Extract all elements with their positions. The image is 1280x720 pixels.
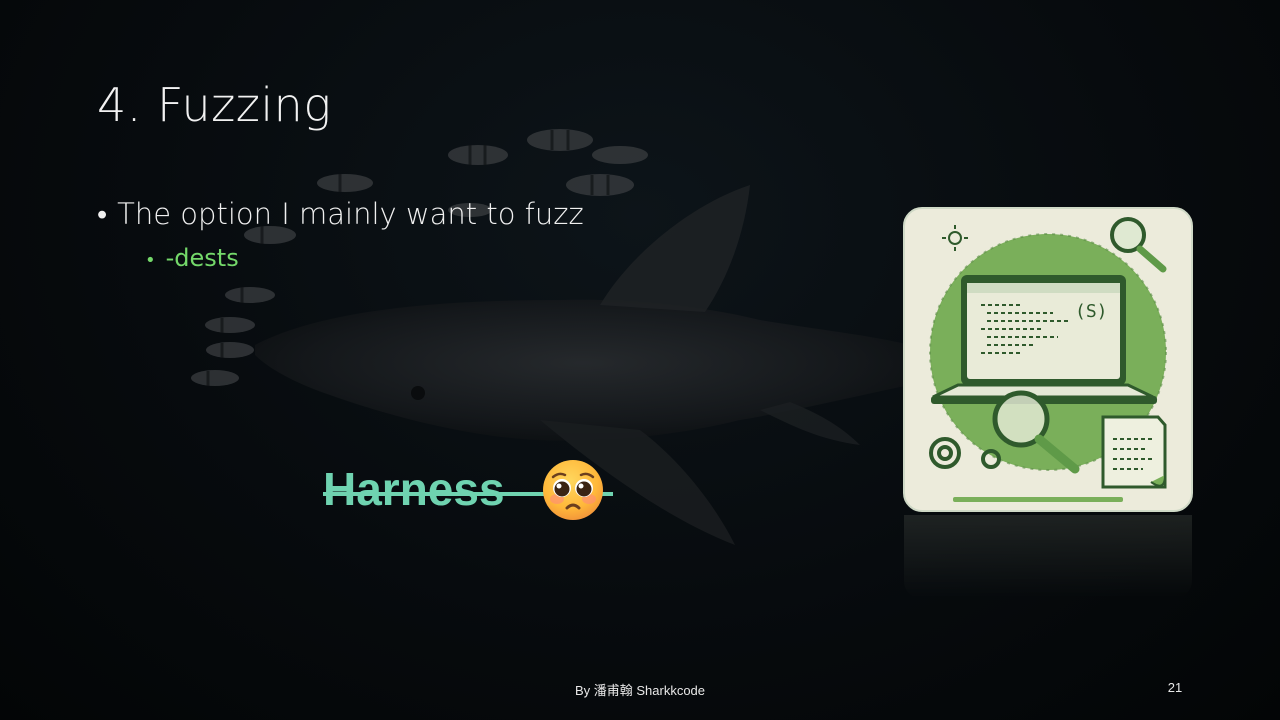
bullet-text: The option I mainly want to fuzz: [117, 197, 584, 231]
fuzzing-illustration: (S): [903, 207, 1193, 512]
illustration-reflection: [903, 515, 1193, 600]
bullet-text: -dests: [165, 244, 239, 272]
bullet-level-1: • The option I mainly want to fuzz: [97, 197, 584, 232]
harness-strikethrough-text: Harness: [323, 462, 613, 516]
document-icon: [1101, 415, 1167, 489]
slide: 4. Fuzzing • The option I mainly want to …: [0, 0, 1280, 720]
bullet-dot-icon: •: [97, 197, 108, 231]
slide-title: 4. Fuzzing: [97, 78, 332, 132]
harness-label: Harness: [323, 463, 505, 515]
bullet-level-2: • -dests: [145, 244, 239, 272]
pleading-face-emoji: [543, 460, 603, 520]
laptop-icon: (S): [931, 275, 1157, 404]
code-badge: (S): [1075, 301, 1108, 322]
bullet-dot-icon: •: [145, 250, 156, 271]
slide-footer: By 潘甫翰 Sharkkcode: [574, 683, 706, 698]
slide-number: 21: [1167, 680, 1183, 695]
